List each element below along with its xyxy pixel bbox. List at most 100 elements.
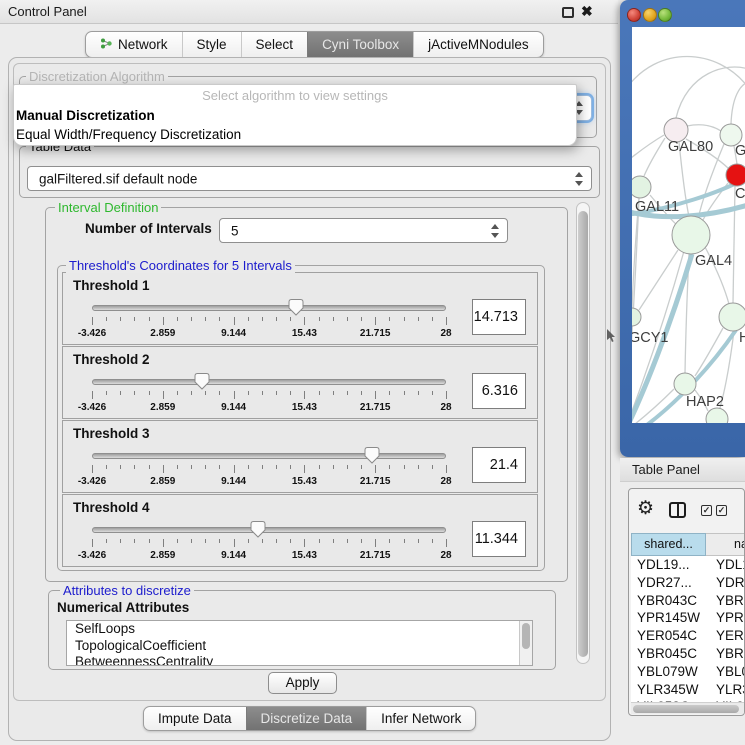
zoom-traffic-light[interactable] bbox=[658, 8, 672, 22]
slider-track[interactable] bbox=[92, 379, 446, 385]
dropdown-option-equal-width-frequency[interactable]: Equal Width/Frequency Discretization bbox=[14, 125, 576, 144]
attributes-scrollbar-thumb[interactable] bbox=[522, 623, 530, 649]
network-node-hap2[interactable] bbox=[674, 373, 696, 395]
network-node-gal4[interactable] bbox=[672, 216, 710, 254]
dropdown-option-manual-discretization[interactable]: Manual Discretization bbox=[14, 106, 576, 125]
network-node-h[interactable] bbox=[719, 303, 745, 331]
threshold-panel: Threshold 2-3.4262.8599.14415.4321.71528… bbox=[62, 346, 538, 419]
threshold-slider[interactable]: -3.4262.8599.14415.4321.71528 bbox=[92, 519, 446, 565]
tick-mark bbox=[375, 539, 376, 547]
column-layout-icon[interactable] bbox=[669, 502, 686, 518]
close-traffic-light[interactable] bbox=[627, 8, 641, 22]
network-edge[interactable] bbox=[644, 138, 665, 176]
tab-label: Discretize Data bbox=[261, 711, 353, 726]
tab-select[interactable]: Select bbox=[241, 32, 308, 57]
close-icon[interactable]: ✖ bbox=[581, 3, 593, 20]
numerical-attributes-list[interactable]: SelfLoopsTopologicalCoefficientBetweenne… bbox=[66, 620, 533, 666]
table-h-scrollbar-thumb[interactable] bbox=[633, 705, 739, 713]
table-data-combo[interactable]: galFiltered.sif default node bbox=[27, 166, 592, 191]
threshold-slider[interactable]: -3.4262.8599.14415.4321.71528 bbox=[92, 297, 446, 343]
network-node-gcy1[interactable] bbox=[632, 308, 641, 326]
tick-mark bbox=[234, 539, 235, 547]
tick-mark bbox=[276, 539, 277, 543]
interval-definition-title: Interval Definition bbox=[55, 200, 161, 215]
cell-name: YDR2 bbox=[716, 574, 745, 592]
tick-mark bbox=[163, 391, 164, 399]
settings-scrollbar-thumb[interactable] bbox=[578, 211, 588, 657]
tick-mark bbox=[191, 317, 192, 321]
table-row[interactable]: YBR043CYBR0 bbox=[631, 592, 745, 610]
tick-mark bbox=[92, 465, 93, 473]
network-graph[interactable]: GAL80GACGAL11GAL4GCY1HHAP2 bbox=[632, 27, 745, 423]
table-row[interactable]: YBR045CYBR0 bbox=[631, 645, 745, 663]
scale-label: 28 bbox=[440, 328, 451, 339]
network-edge[interactable] bbox=[632, 57, 745, 90]
attributes-scrollbar[interactable] bbox=[519, 621, 532, 665]
tab-infer-network[interactable]: Infer Network bbox=[366, 707, 475, 730]
tick-mark bbox=[389, 539, 390, 543]
network-edge[interactable] bbox=[676, 67, 745, 118]
column-header-shared-name[interactable]: shared... bbox=[631, 533, 706, 556]
minimize-traffic-light[interactable] bbox=[643, 8, 657, 22]
network-edge[interactable] bbox=[687, 125, 721, 131]
tick-mark bbox=[446, 317, 447, 325]
network-edge[interactable] bbox=[733, 186, 735, 303]
network-node-gal11[interactable] bbox=[632, 176, 651, 198]
column-header-name[interactable]: na bbox=[706, 533, 745, 556]
scale-label: 21.715 bbox=[360, 476, 391, 487]
number-of-intervals-value: 5 bbox=[231, 223, 239, 238]
threshold-value-field[interactable]: 14.713 bbox=[472, 299, 526, 335]
tick-mark bbox=[149, 317, 150, 321]
threshold-value-field[interactable]: 6.316 bbox=[472, 373, 526, 409]
tick-mark bbox=[191, 539, 192, 543]
cell-name: YPR1 bbox=[716, 609, 745, 627]
settings-gear-icon[interactable]: ⚙ bbox=[637, 499, 654, 518]
threshold-slider[interactable]: -3.4262.8599.14415.4321.71528 bbox=[92, 371, 446, 417]
table-row[interactable]: YDL19...YDL1 bbox=[631, 556, 745, 574]
tab-label: jActiveMNodules bbox=[428, 37, 529, 52]
network-node[interactable] bbox=[706, 408, 728, 423]
attribute-item-topologicalcoefficient[interactable]: TopologicalCoefficient bbox=[67, 638, 532, 655]
tick-mark bbox=[418, 465, 419, 469]
slider-track[interactable] bbox=[92, 305, 446, 311]
slider-track[interactable] bbox=[92, 527, 446, 533]
tab-cyni-toolbox[interactable]: Cyni Toolbox bbox=[307, 32, 413, 57]
tick-mark bbox=[163, 465, 164, 473]
scale-label: 21.715 bbox=[360, 550, 391, 561]
mouse-cursor bbox=[607, 329, 617, 343]
tab-network[interactable]: Network bbox=[86, 32, 182, 57]
tick-mark bbox=[304, 317, 305, 325]
float-window-icon[interactable] bbox=[562, 7, 574, 18]
tab-impute-data[interactable]: Impute Data bbox=[144, 707, 246, 730]
tick-mark bbox=[106, 539, 107, 543]
network-canvas[interactable]: GAL80GACGAL11GAL4GCY1HHAP2 bbox=[632, 27, 745, 423]
network-edge[interactable] bbox=[731, 82, 745, 124]
network-node-c[interactable] bbox=[726, 164, 745, 186]
tab-discretize-data[interactable]: Discretize Data bbox=[246, 707, 367, 730]
threshold-value-field[interactable]: 21.4 bbox=[472, 447, 526, 483]
settings-scrollbar[interactable] bbox=[576, 202, 590, 664]
tab-jactivemnodules[interactable]: jActiveMNodules bbox=[413, 32, 543, 57]
apply-button[interactable]: Apply bbox=[268, 672, 337, 694]
table-h-scrollbar[interactable] bbox=[631, 702, 744, 714]
table-row[interactable]: YBL079WYBL0 bbox=[631, 663, 745, 681]
slider-track[interactable] bbox=[92, 453, 446, 459]
network-view-window[interactable]: GAL80GACGAL11GAL4GCY1HHAP2 bbox=[620, 0, 745, 457]
network-edge[interactable] bbox=[639, 250, 678, 310]
checkbox-checked-icon[interactable]: ✓ bbox=[716, 505, 727, 516]
table-row[interactable]: YER054CYER0 bbox=[631, 627, 745, 645]
attribute-item-betweennesscentrality[interactable]: BetweennessCentrality bbox=[67, 654, 532, 666]
number-of-intervals-combo[interactable]: 5 bbox=[219, 218, 508, 243]
table-row[interactable]: YDR27...YDR2 bbox=[631, 574, 745, 592]
scale-label: -3.426 bbox=[78, 476, 106, 487]
tick-mark bbox=[446, 539, 447, 547]
threshold-value-field[interactable]: 11.344 bbox=[472, 521, 526, 557]
threshold-slider[interactable]: -3.4262.8599.14415.4321.71528 bbox=[92, 445, 446, 491]
attribute-item-selfloops[interactable]: SelfLoops bbox=[67, 621, 532, 638]
tick-mark bbox=[432, 539, 433, 543]
tick-mark bbox=[92, 539, 93, 547]
table-row[interactable]: YPR145WYPR1 bbox=[631, 609, 745, 627]
tab-style[interactable]: Style bbox=[182, 32, 241, 57]
checkbox-checked-icon[interactable]: ✓ bbox=[701, 505, 712, 516]
table-row[interactable]: YLR345WYLR3 bbox=[631, 681, 745, 699]
